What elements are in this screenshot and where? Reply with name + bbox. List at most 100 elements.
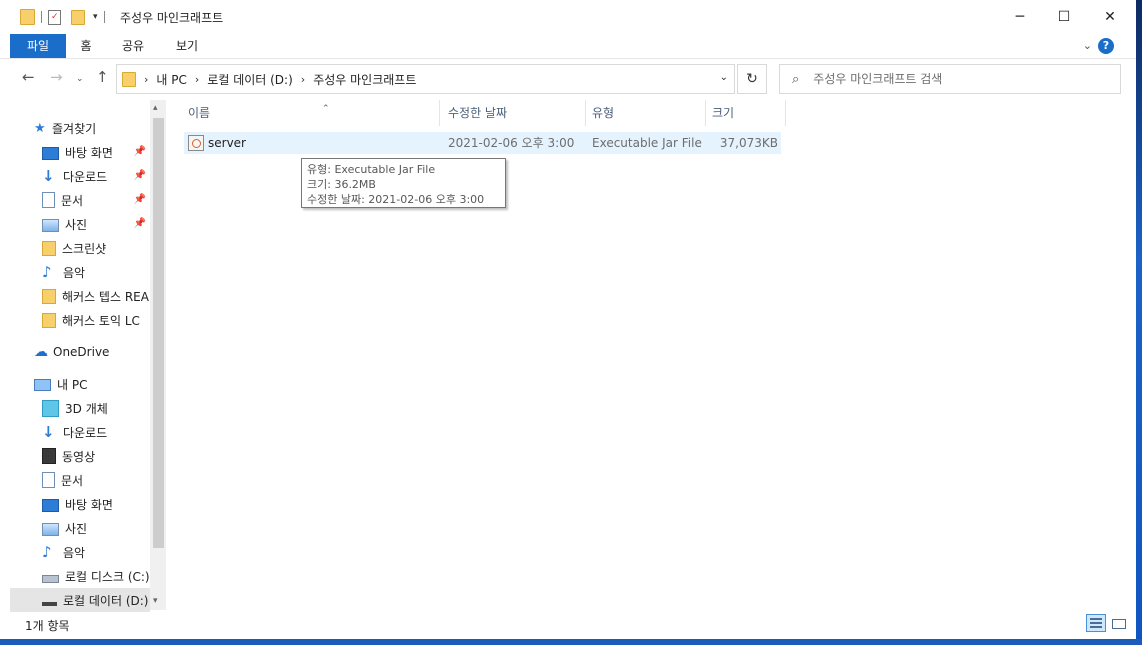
file-size: 37,073KB	[719, 136, 778, 150]
sidebar-item-pc-desktop[interactable]: 바탕 화면	[42, 492, 150, 516]
pin-icon: 📌	[133, 218, 146, 229]
sidebar-item-label: 음악	[63, 545, 86, 560]
sidebar-item-label: 문서	[61, 193, 84, 208]
search-input[interactable]	[811, 71, 1116, 87]
tab-view[interactable]: 보기	[170, 34, 204, 58]
tab-file[interactable]: 파일	[10, 34, 66, 58]
folder-icon	[42, 240, 56, 256]
3d-objects-icon	[42, 399, 59, 417]
sidebar-item-label: 해커스 텝스 REA	[62, 289, 149, 304]
details-view-icon	[1090, 618, 1102, 628]
address-bar[interactable]: › 내 PC › 로컬 데이터 (D:) › 주성우 마인크래프트 ⌄	[116, 64, 735, 94]
help-icon[interactable]: ?	[1098, 38, 1114, 54]
chevron-down-icon[interactable]: ⌄	[720, 72, 728, 83]
folder-icon	[122, 71, 136, 87]
maximize-button[interactable]: ☐	[1041, 0, 1087, 34]
folder-icon	[20, 9, 35, 25]
desktop-background	[0, 639, 1142, 645]
column-header-name[interactable]: ⌃ 이름	[182, 100, 440, 126]
sidebar-item-label: OneDrive	[53, 345, 110, 359]
recent-locations-chevron-icon[interactable]: ⌄	[76, 74, 84, 84]
sidebar-item-downloads[interactable]: ↓ 다운로드 📌	[42, 164, 150, 188]
chevron-down-icon[interactable]: ⌄	[1083, 39, 1092, 52]
file-tooltip: 유형: Executable Jar File 크기: 36.2MB 수정한 날…	[301, 158, 506, 208]
sidebar-item-label: 사진	[65, 217, 88, 232]
new-folder-icon[interactable]	[71, 9, 85, 25]
sidebar-item-hackers-toeic[interactable]: 해커스 토익 LC	[42, 308, 150, 332]
minimize-button[interactable]: ─	[997, 0, 1043, 34]
pictures-icon	[42, 522, 59, 536]
sidebar-item-label: 문서	[61, 473, 84, 488]
search-box[interactable]: ⌕	[779, 64, 1121, 94]
tooltip-modified: 수정한 날짜: 2021-02-06 오후 3:00	[307, 193, 485, 206]
navigation-bar: ← → ⌄ ↑ › 내 PC › 로컬 데이터 (D:) › 주성우 마인크래프…	[0, 58, 1136, 100]
column-header-label: 수정한 날짜	[448, 106, 508, 120]
forward-button[interactable]: →	[50, 68, 63, 86]
large-icons-view-button[interactable]	[1108, 614, 1128, 632]
chevron-right-icon[interactable]: ›	[144, 73, 148, 86]
sidebar-item-label: 3D 개체	[65, 401, 108, 416]
sidebar-item-pc-documents[interactable]: 문서	[42, 468, 150, 492]
sidebar-item-drive-c[interactable]: 로컬 디스크 (C:)	[42, 564, 150, 588]
column-header-modified[interactable]: 수정한 날짜	[442, 100, 586, 126]
video-icon	[42, 448, 56, 464]
breadcrumb-drive-d[interactable]: 로컬 데이터 (D:)	[207, 71, 292, 88]
sidebar-item-label: 로컬 데이터 (D:)	[63, 593, 149, 608]
sidebar-item-documents[interactable]: 문서 📌	[42, 188, 150, 212]
music-icon: ♪	[42, 542, 52, 561]
sidebar-item-pc-downloads[interactable]: ↓ 다운로드	[42, 420, 150, 444]
scrollbar-thumb[interactable]	[153, 118, 164, 548]
file-modified: 2021-02-06 오후 3:00	[448, 136, 575, 150]
onedrive-cloud-icon: ☁	[34, 343, 48, 360]
sidebar-item-screenshots[interactable]: 스크린샷	[42, 236, 150, 260]
up-button[interactable]: ↑	[96, 68, 109, 86]
sort-ascending-icon: ⌃	[322, 104, 330, 114]
sidebar-item-label: 음악	[63, 265, 86, 280]
scroll-down-arrow-icon[interactable]: ▾	[153, 596, 158, 606]
separator	[103, 11, 105, 23]
sidebar-item-onedrive[interactable]: ☁ OneDrive	[34, 340, 150, 364]
sidebar-item-hackers-teps[interactable]: 해커스 텝스 REA	[42, 284, 150, 308]
details-view-button[interactable]	[1086, 614, 1106, 632]
sidebar-item-pictures[interactable]: 사진 📌	[42, 212, 150, 236]
sidebar-item-label: 바탕 화면	[65, 145, 113, 160]
sidebar-item-quick-access[interactable]: ★ 즐겨찾기	[34, 116, 150, 140]
tab-share[interactable]: 공유	[116, 34, 150, 58]
back-button[interactable]: ←	[22, 68, 35, 86]
desktop-icon	[42, 146, 59, 160]
chevron-right-icon[interactable]: ›	[195, 73, 199, 86]
tooltip-size: 크기: 36.2MB	[307, 178, 376, 191]
sidebar-item-3d-objects[interactable]: 3D 개체	[42, 396, 150, 420]
item-count: 1개 항목	[25, 619, 70, 633]
column-header-size[interactable]: 크기	[706, 100, 786, 126]
refresh-button[interactable]: ↻	[737, 64, 767, 94]
scroll-up-arrow-icon[interactable]: ▴	[153, 103, 158, 113]
chevron-right-icon[interactable]: ›	[301, 73, 305, 86]
close-button[interactable]: ✕	[1087, 0, 1133, 34]
download-icon: ↓	[42, 166, 55, 185]
sidebar-item-this-pc[interactable]: 내 PC	[34, 372, 150, 396]
sidebar-item-pc-pictures[interactable]: 사진	[42, 516, 150, 540]
sidebar-scrollbar[interactable]: ▴ ▾	[150, 100, 166, 610]
customize-toolbar-icon[interactable]: ▾	[93, 12, 98, 22]
tab-home[interactable]: 홈	[72, 34, 100, 58]
properties-icon[interactable]: ✓	[48, 9, 61, 25]
sidebar-item-label: 다운로드	[63, 169, 108, 184]
sidebar-item-label: 동영상	[62, 449, 96, 464]
sidebar-item-music[interactable]: ♪ 음악	[42, 260, 150, 284]
quick-access-toolbar: ✓ ▾	[20, 9, 111, 25]
file-list-view: ⌃ 이름 수정한 날짜 유형 크기 server 2021-02-06 오후 3…	[166, 100, 1136, 610]
column-header-type[interactable]: 유형	[586, 100, 706, 126]
navigation-pane: ★ 즐겨찾기 바탕 화면 📌 ↓ 다운로드 📌 문서 📌 사진 📌 스크린샷 ♪…	[0, 100, 166, 612]
breadcrumb-this-pc[interactable]: 내 PC	[156, 71, 186, 88]
breadcrumb-current-folder[interactable]: 주성우 마인크래프트	[313, 71, 416, 88]
sidebar-item-videos[interactable]: 동영상	[42, 444, 150, 468]
column-header-label: 유형	[592, 106, 615, 120]
sidebar-item-pc-music[interactable]: ♪ 음악	[42, 540, 150, 564]
file-type: Executable Jar File	[592, 136, 702, 150]
large-icons-view-icon	[1112, 619, 1126, 629]
sidebar-item-desktop[interactable]: 바탕 화면 📌	[42, 140, 150, 164]
sidebar-item-label: 내 PC	[57, 377, 88, 392]
sidebar-item-drive-d[interactable]: 로컬 데이터 (D:)	[10, 588, 150, 612]
file-row-server[interactable]: server 2021-02-06 오후 3:00 Executable Jar…	[184, 132, 781, 154]
